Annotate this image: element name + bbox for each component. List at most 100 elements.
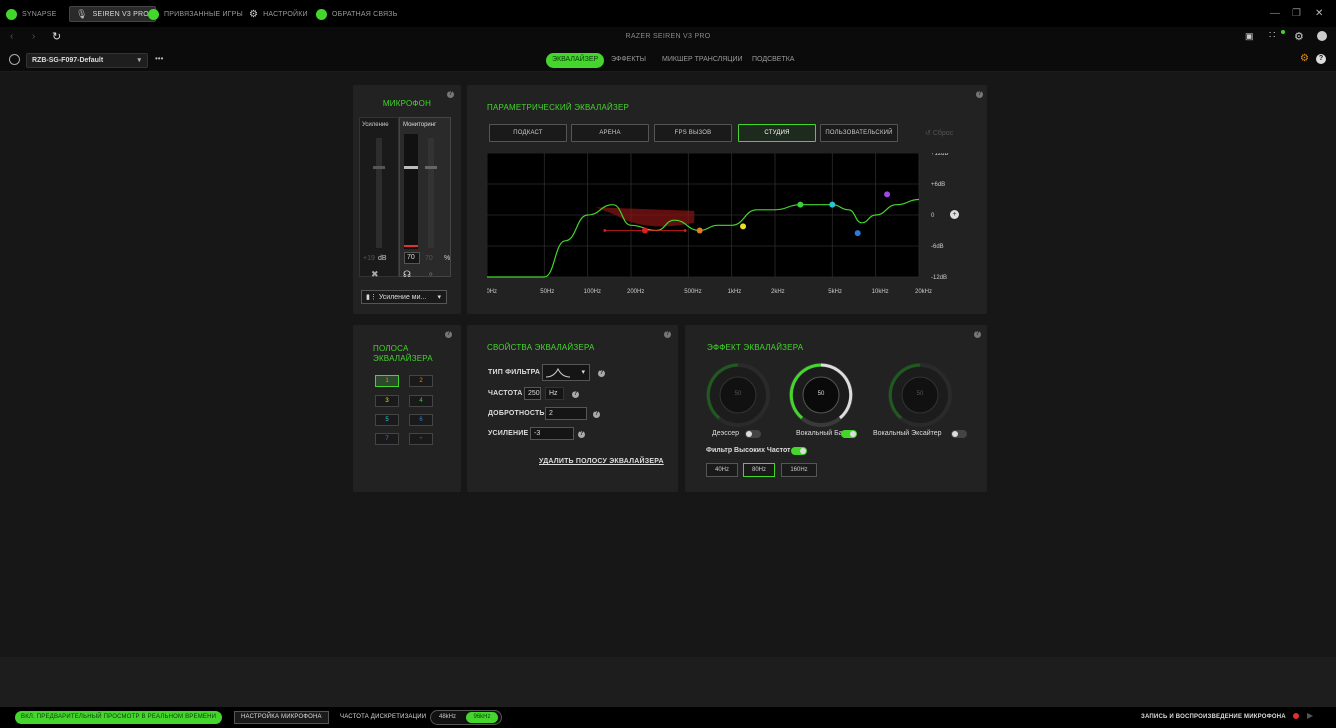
tab-seiren-v3-pro[interactable]: 🎙 SEIREN V3 PRO: [69, 6, 156, 22]
device-icon[interactable]: ▣: [1245, 31, 1254, 42]
help-icon[interactable]: ?: [578, 431, 585, 438]
frequency-input[interactable]: 250: [524, 387, 541, 400]
preset-podcast-button[interactable]: ПОДКАСТ: [489, 124, 567, 142]
filter-type-select[interactable]: ▾: [542, 364, 590, 381]
tab-settings[interactable]: ⚙ НАСТРОЙКИ: [249, 7, 308, 21]
preset-studio-button[interactable]: СТУДИЯ: [738, 124, 816, 142]
band-5-button[interactable]: 5: [375, 414, 399, 426]
gain-slider-handle[interactable]: [373, 166, 385, 169]
eq-band-point-2: [696, 227, 703, 234]
mic-setup-button[interactable]: НАСТРОЙКА МИКРОФОНА: [234, 711, 329, 724]
tab-feedback[interactable]: ОБРАТНАЯ СВЯЗЬ: [316, 7, 398, 21]
mic-title: МИКРОФОН: [382, 99, 432, 108]
eq-band-panel: ? ПОЛОСА ЭКВАЛАЙЗЕРА: [353, 325, 461, 492]
hp-160hz-button[interactable]: 160Hz: [781, 463, 817, 477]
eq-title: ПАРАМЕТРИЧЕСКИЙ ЭКВАЛАЙЗЕР: [487, 103, 630, 112]
preset-fps-button[interactable]: FPS ВЫЗОВ: [654, 124, 732, 142]
band-2-button[interactable]: 2: [409, 375, 433, 387]
y-tick-label: 0: [931, 213, 935, 219]
navigation-bar: ‹ › ↻ RAZER SEIREN V3 PRO ▣ ∷ ⚙: [0, 27, 1336, 49]
vocal-exciter-toggle[interactable]: [951, 430, 967, 438]
tab-synapse[interactable]: SYNAPSE: [6, 7, 56, 21]
delete-band-link[interactable]: УДАЛИТЬ ПОЛОСУ ЭКВАЛАЙЗЕРА: [539, 458, 664, 465]
eq-band-point-7: [884, 191, 891, 198]
tab-linked-games[interactable]: ПРИВЯЗАННЫЕ ИГРЫ: [148, 7, 243, 21]
help-icon[interactable]: ?: [976, 91, 983, 98]
gamepad-icon: [148, 8, 159, 20]
high-pass-toggle[interactable]: [791, 447, 807, 455]
mix-value: 70: [425, 255, 433, 262]
help-icon[interactable]: ?: [445, 331, 452, 338]
record-playback-label: ЗАПИСЬ И ВОСПРОИЗВЕДЕНИЕ МИКРОФОНА: [1141, 714, 1286, 720]
profile-select[interactable]: RZB-SG-F097-Default ▾: [26, 53, 148, 68]
microphone-panel: ? МИКРОФОН Усиление Мониторинг +19 dB 70…: [353, 85, 461, 314]
effects-title: ЭФФЕКТ ЭКВАЛАЙЗЕРА: [707, 343, 804, 352]
eq-graph[interactable]: +12dB +6dB 0 -6dB -12dB 20Hz 50Hz 100Hz 200Hz 50…: [487, 153, 957, 303]
sample-rate-toggle: 48kHz 96kHz: [430, 710, 502, 725]
preset-arena-button[interactable]: АРЕНА: [571, 124, 649, 142]
eq-band-point-3: [740, 223, 747, 230]
eq-band-point-4: [797, 201, 804, 208]
apps-grid-icon[interactable]: ∷: [1269, 30, 1275, 41]
settings-gear-icon[interactable]: ⚙: [1294, 30, 1304, 43]
lock-icon[interactable]: ⚙: [1300, 53, 1309, 64]
close-icon[interactable]: ✕: [1315, 8, 1323, 19]
band-4-button[interactable]: 4: [409, 395, 433, 407]
eq-band-point-5: [829, 201, 836, 208]
ear-icon[interactable]: ⚬: [427, 269, 435, 280]
subtab-lighting[interactable]: ПОДСВЕТКА: [752, 56, 794, 63]
gain-input[interactable]: -3: [530, 427, 574, 440]
gain-slider[interactable]: [373, 138, 385, 248]
help-icon[interactable]: ?: [664, 331, 671, 338]
subtab-equalizer[interactable]: ЭКВАЛАЙЗЕР: [546, 53, 605, 68]
hp-80hz-button[interactable]: 80Hz: [743, 463, 775, 477]
subtab-stream-mixer[interactable]: МИКШЕР ТРАНСЛЯЦИИ: [662, 56, 743, 63]
q-factor-input[interactable]: 2: [545, 407, 587, 420]
profile-more-button[interactable]: •••: [155, 54, 163, 63]
band-7-button[interactable]: 7: [375, 433, 399, 445]
subtab-effects[interactable]: ЭФФЕКТЫ: [611, 56, 646, 63]
user-avatar-icon[interactable]: [1317, 31, 1327, 41]
feedback-icon: [316, 8, 327, 20]
add-band-icon[interactable]: +: [950, 210, 959, 219]
monitor-slider[interactable]: [404, 134, 418, 249]
monitor-value-field[interactable]: 70: [404, 252, 420, 264]
y-tick-label: -6dB: [931, 244, 944, 250]
reset-icon: ↺: [925, 130, 931, 137]
play-icon[interactable]: ▶: [1307, 711, 1313, 720]
live-preview-button[interactable]: ВКЛ. ПРЕДВАРИТЕЛЬНЫЙ ПРОСМОТР В РЕАЛЬНОМ…: [15, 711, 223, 724]
help-icon[interactable]: ?: [598, 370, 605, 377]
rate-48khz-option[interactable]: 48kHz: [439, 714, 456, 720]
mic-mode-icon: ▮⋮: [366, 294, 377, 301]
help-icon[interactable]: ?: [593, 411, 600, 418]
help-icon[interactable]: ?: [572, 391, 579, 398]
frequency-unit: Hz: [545, 387, 564, 400]
deesser-toggle[interactable]: [745, 430, 761, 438]
x-tick-label: 1kHz: [728, 289, 742, 295]
hp-40hz-button[interactable]: 40Hz: [706, 463, 738, 477]
help-icon[interactable]: ?: [447, 91, 454, 98]
band-6-button[interactable]: 6: [409, 414, 433, 426]
sample-rate-label: ЧАСТОТА ДИСКРЕТИЗАЦИИ: [340, 714, 427, 720]
help-icon[interactable]: ?: [974, 331, 981, 338]
band-3-button[interactable]: 3: [375, 395, 399, 407]
add-band-button[interactable]: +: [409, 433, 433, 445]
headphones-icon[interactable]: ☊: [403, 269, 411, 280]
vocal-bass-toggle[interactable]: [841, 430, 857, 438]
band-1-button[interactable]: 1: [375, 375, 399, 387]
x-tick-label: 20Hz: [487, 289, 497, 295]
minimize-icon[interactable]: —: [1270, 8, 1280, 19]
reset-button[interactable]: ↺ Сброс: [925, 129, 953, 137]
help-icon[interactable]: ?: [1316, 54, 1326, 64]
record-icon[interactable]: [1293, 713, 1299, 719]
gain-mode-select[interactable]: ▮⋮ Усиление ми... ▾: [361, 290, 447, 304]
monitor-slider-handle[interactable]: [404, 166, 418, 169]
maximize-icon[interactable]: ❐: [1292, 8, 1301, 19]
mix-slider-handle[interactable]: [425, 166, 437, 169]
deesser-label: Деэссер: [712, 430, 739, 437]
mix-slider[interactable]: [425, 138, 437, 248]
rate-96khz-option[interactable]: 96kHz: [466, 712, 498, 723]
preset-custom-button[interactable]: ПОЛЬЗОВАТЕЛЬСКИЙ: [820, 124, 898, 142]
mic-mute-icon[interactable]: ✖: [371, 269, 379, 280]
chevron-down-icon: ▾: [581, 369, 585, 376]
